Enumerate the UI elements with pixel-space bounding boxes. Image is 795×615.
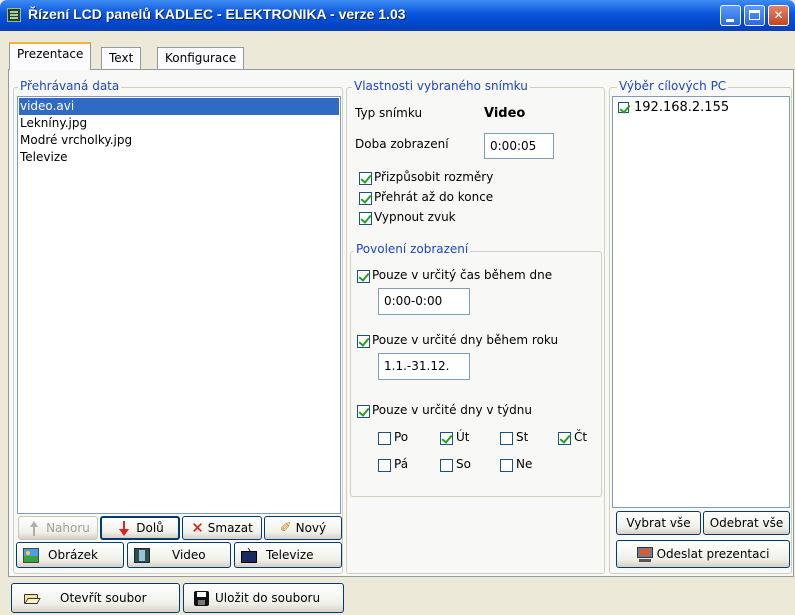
day-ct-checkbox[interactable] xyxy=(558,432,571,445)
close-button[interactable]: ✕ xyxy=(768,5,789,26)
day-ne-checkbox[interactable] xyxy=(500,459,513,472)
film-icon xyxy=(134,547,150,563)
duration-field[interactable]: 0:00:05 xyxy=(484,133,554,159)
brush-icon: ✐ xyxy=(279,520,292,536)
day-st-label: St xyxy=(516,430,529,444)
fit-size-label: Přizpůsobit rozměry xyxy=(374,170,494,184)
day-pa-checkbox[interactable] xyxy=(378,459,391,472)
days-of-year-checkbox[interactable] xyxy=(357,335,370,348)
tab-text[interactable]: Text xyxy=(101,47,142,69)
minimize-button[interactable] xyxy=(720,5,741,26)
save-file-button[interactable]: Uložit do souboru xyxy=(183,583,344,613)
target-pc-label: 192.168.2.155 xyxy=(634,100,730,115)
delete-x-icon: ✕ xyxy=(191,519,204,537)
targets-listbox[interactable]: 192.168.2.155 xyxy=(612,96,790,508)
move-up-button[interactable]: Nahoru xyxy=(18,516,98,540)
day-so-checkbox[interactable] xyxy=(440,459,453,472)
send-presentation-button[interactable]: Odeslat prezentaci xyxy=(616,540,790,568)
close-icon: ✕ xyxy=(773,8,784,22)
list-item[interactable]: Lekníny.jpg xyxy=(19,115,339,132)
list-item[interactable]: Modré vrcholky.jpg xyxy=(19,132,339,149)
day-ut-label: Út xyxy=(456,430,470,444)
mute-label: Vypnout zvuk xyxy=(374,210,456,224)
target-checkbox[interactable] xyxy=(618,102,629,113)
play-to-end-checkbox[interactable] xyxy=(359,192,372,205)
time-of-day-label: Pouze v určitý čas během dne xyxy=(372,268,553,282)
app-icon xyxy=(7,8,21,22)
select-all-button[interactable]: Vybrat vše xyxy=(616,511,701,535)
mute-checkbox[interactable] xyxy=(359,212,372,225)
minimize-icon xyxy=(726,19,734,22)
days-of-year-label: Pouze v určité dny během roku xyxy=(372,333,559,347)
day-po-label: Po xyxy=(394,430,409,444)
window-title: Řízení LCD panelů KADLEC - ELEKTRONIKA -… xyxy=(28,6,406,22)
floppy-disk-icon xyxy=(194,590,210,606)
new-button[interactable]: ✐ Nový xyxy=(264,516,342,540)
arrow-up-icon xyxy=(26,520,42,536)
days-of-week-label: Pouze v určité dny v týdnu xyxy=(372,403,532,417)
type-label: Typ snímku xyxy=(355,106,423,120)
days-of-week-checkbox[interactable] xyxy=(357,405,370,418)
date-range-field[interactable]: 1.1.-31.12. xyxy=(378,353,470,380)
computer-icon xyxy=(636,546,653,562)
day-ne-label: Ne xyxy=(516,457,533,471)
list-item[interactable]: Televize xyxy=(19,149,339,166)
list-item[interactable]: video.avi xyxy=(19,98,339,115)
type-value: Video xyxy=(484,106,526,121)
day-ut-checkbox[interactable] xyxy=(440,432,453,445)
tab-prezentace[interactable]: Prezentace xyxy=(9,42,92,70)
move-down-button[interactable]: Dolů xyxy=(100,516,180,540)
day-ct-label: Čt xyxy=(574,430,588,444)
maximize-button[interactable] xyxy=(744,5,765,26)
properties-legend: Vlastnosti vybraného snímku xyxy=(352,79,530,93)
title-bar[interactable]: Řízení LCD panelů KADLEC - ELEKTRONIKA -… xyxy=(0,0,795,31)
add-image-button[interactable]: Obrázek xyxy=(16,542,124,568)
playlist-legend: Přehrávaná data xyxy=(18,79,122,93)
deselect-all-button[interactable]: Odebrat vše xyxy=(703,511,790,535)
targets-legend: Výběr cílových PC xyxy=(617,79,729,93)
add-video-button[interactable]: Video xyxy=(127,542,231,568)
arrow-down-icon xyxy=(116,520,132,536)
play-to-end-label: Přehrát až do konce xyxy=(374,190,494,204)
day-po-checkbox[interactable] xyxy=(378,432,391,445)
open-file-button[interactable]: Otevřít soubor xyxy=(11,583,180,613)
image-icon xyxy=(23,547,39,563)
add-tv-button[interactable]: Televize xyxy=(234,542,342,568)
duration-label: Doba zobrazení xyxy=(355,137,449,151)
tv-icon xyxy=(241,547,257,563)
playlist-listbox[interactable]: video.avi Lekníny.jpg Modré vrcholky.jpg… xyxy=(17,96,341,514)
maximize-icon xyxy=(749,10,760,20)
tab-konfigurace[interactable]: Konfigurace xyxy=(157,47,245,69)
fit-size-checkbox[interactable] xyxy=(359,172,372,185)
day-pa-label: Pá xyxy=(394,457,409,471)
delete-button[interactable]: ✕ Smazat xyxy=(182,516,262,540)
day-so-label: So xyxy=(456,457,471,471)
day-st-checkbox[interactable] xyxy=(500,432,513,445)
time-of-day-checkbox[interactable] xyxy=(357,270,370,283)
permission-legend: Povolení zobrazení xyxy=(354,242,471,256)
time-range-field[interactable]: 0:00-0:00 xyxy=(378,288,470,315)
folder-open-icon xyxy=(24,591,41,606)
